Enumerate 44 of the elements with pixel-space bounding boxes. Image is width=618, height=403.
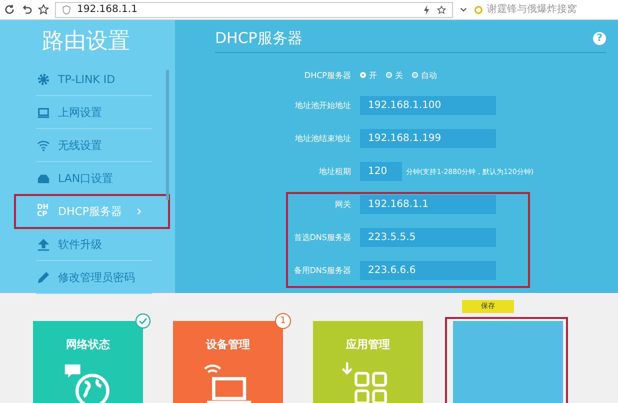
chevron-right-icon	[136, 208, 144, 214]
menu-tile[interactable]: 应用管理	[313, 321, 423, 403]
menu-tile[interactable]: 设备管理	[173, 321, 283, 403]
radio-option[interactable]: 开	[360, 70, 377, 80]
count-badge: 1	[275, 313, 291, 329]
sidebar-item[interactable]: LAN口设置	[36, 162, 152, 195]
text-field[interactable]: 120	[360, 162, 402, 181]
field-label: 地址池结束地址	[294, 133, 352, 144]
help-button[interactable]: ?	[593, 32, 606, 44]
reload-icon[interactable]	[4, 4, 15, 15]
text-field[interactable]: 192.168.1.199	[360, 129, 496, 148]
field-label: DHCP服务器	[303, 70, 352, 80]
pencil-icon	[36, 270, 50, 284]
gear-icon	[36, 72, 50, 86]
address-bar[interactable]: 192.168.1.1	[55, 2, 453, 18]
wifi-icon	[36, 138, 50, 152]
upload-icon	[36, 238, 50, 250]
menu-tile[interactable]: 网络状态	[33, 321, 143, 403]
text-field[interactable]: 192.168.1.100	[360, 96, 496, 115]
sidebar-title: 路由设置	[41, 28, 131, 56]
star-icon[interactable]	[38, 4, 49, 15]
text-field[interactable]: 223.5.5.5	[360, 228, 496, 247]
shield-icon	[62, 4, 71, 14]
lightning-icon[interactable]	[422, 4, 431, 14]
field-label: 首选DNS服务器	[292, 232, 352, 243]
sidebar-item[interactable]: 软件升级	[36, 228, 152, 261]
text-field[interactable]: 192.168.1.1	[360, 195, 496, 214]
radio-option[interactable]: 关	[386, 70, 403, 80]
field-label: 网关	[334, 199, 352, 210]
text-field[interactable]: 223.6.6.6	[360, 261, 496, 280]
radio-option[interactable]: 自动	[412, 70, 437, 80]
field-label: 备用DNS服务器	[292, 265, 352, 276]
panel-title: DHCP服务器	[215, 28, 302, 48]
sidebar-item[interactable]: 无线设置	[36, 129, 152, 162]
sidebar-item[interactable]: 上网设置	[36, 96, 152, 129]
scrollbar[interactable]	[166, 70, 169, 200]
field-label: 地址池开始地址	[294, 100, 352, 111]
search-engine-icon	[474, 4, 483, 14]
back-icon[interactable]	[21, 4, 32, 15]
field-label: 地址租期	[318, 166, 352, 177]
star-icon[interactable]	[437, 4, 446, 14]
sidebar-item[interactable]: TP-LINK ID	[36, 63, 152, 96]
monitor-icon	[36, 106, 50, 118]
check-badge-icon	[135, 313, 151, 329]
